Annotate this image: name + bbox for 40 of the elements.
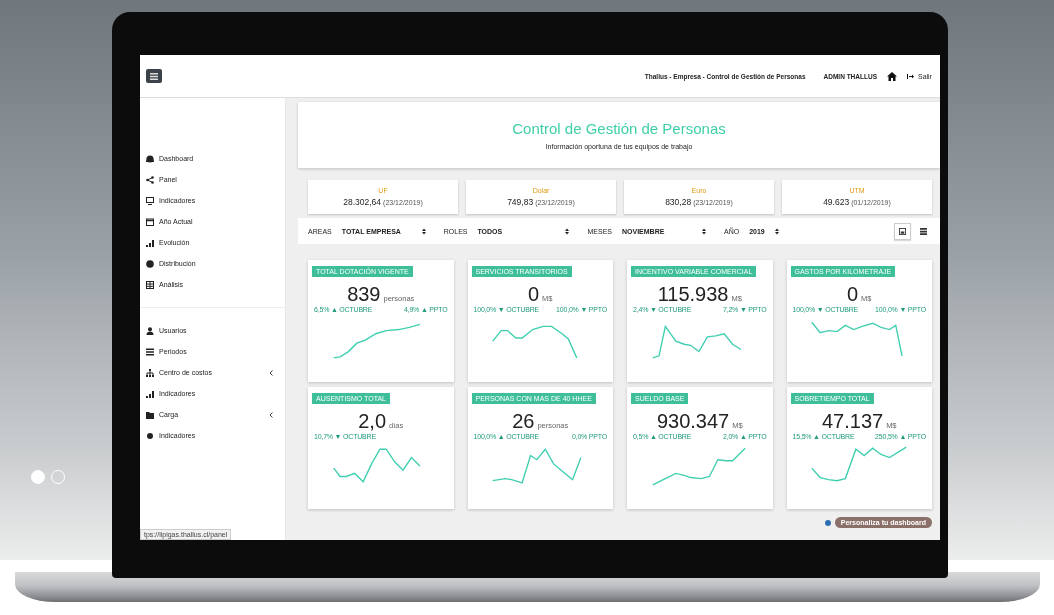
bar-chart-icon [146,238,154,247]
kpi-value: 26 [512,410,535,433]
list-icon [920,227,927,235]
table-icon [146,280,154,289]
pie-chart-icon [146,259,154,268]
page-title: Control de Gestión de Personas [512,120,726,137]
image-icon [899,227,906,235]
kpi-value: 2,0 [358,410,387,433]
kpi-value: 47.137 [821,410,884,433]
sort-caret-icon [421,227,426,235]
sort-caret-icon [565,227,570,235]
chevron-icon [269,369,273,376]
currency-value: 28.302,64 [343,197,382,207]
bar-chart-icon [146,389,154,398]
currency-value: 830,28 [665,197,692,207]
kpi-value: 930.347 [656,410,730,433]
currency-value: 49.623 [823,197,850,207]
dot-icon [146,431,154,440]
share-icon [146,175,154,184]
sort-caret-icon [702,227,706,235]
monitor-icon [146,196,154,205]
currency-value: 749,83 [507,197,534,207]
menu-icon [150,72,158,80]
gauge-icon [146,154,154,163]
sort-caret-icon [775,227,780,235]
user-icon [146,326,154,335]
logout-icon [907,72,914,80]
kpi-value: 0 [527,283,540,306]
list-icon [146,347,154,356]
calendar-icon [146,217,154,226]
folder-icon [146,410,154,419]
home-icon[interactable] [887,71,897,81]
card-view-button[interactable] [894,222,911,240]
kpi-value: 839 [347,283,381,306]
kpi-value: 0 [846,283,859,306]
kpi-value: 115.938 [657,283,729,306]
help-icon[interactable] [824,519,831,526]
menu-button[interactable] [146,69,162,83]
chevron-icon [269,411,273,418]
sitemap-icon [146,368,154,377]
